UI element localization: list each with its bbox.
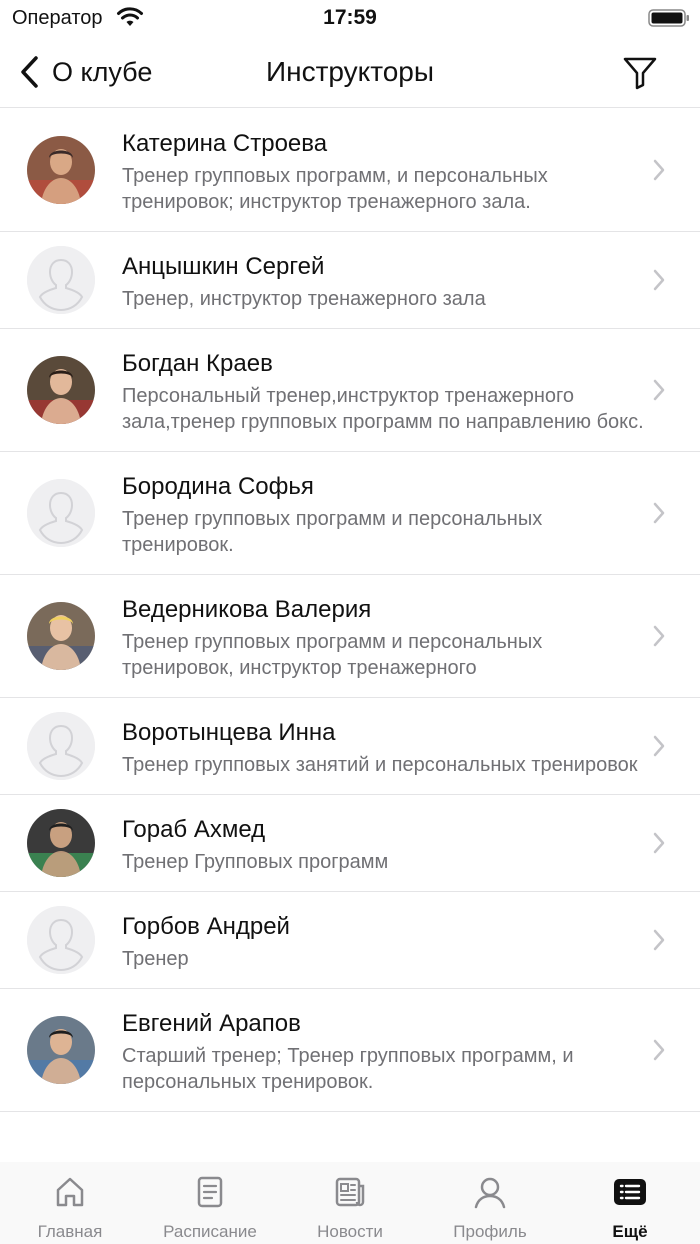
instructor-text: Бородина Софья Тренер групповых программ … (122, 472, 644, 558)
tab-label: Главная (37, 1222, 103, 1241)
tab-more[interactable]: Ещё (560, 1162, 700, 1244)
profile-icon (474, 1177, 506, 1209)
back-chevron-icon (21, 56, 38, 88)
instructor-description: Тренер групповых программ, и персональны… (122, 165, 548, 213)
instructor-text: Катерина Строева Тренер групповых програм… (122, 129, 644, 215)
chevron-right-icon (653, 735, 665, 757)
instructor-avatar (27, 809, 95, 877)
instructor-description: Персональный тренер,инструктор тренажерн… (122, 385, 644, 433)
navigation-bar: О клубе Инструкторы (0, 40, 700, 108)
more-icon (614, 1179, 646, 1205)
tab-label: Ещё (612, 1222, 648, 1241)
tab-label: Профиль (453, 1222, 527, 1241)
instructor-description: Тренер групповых программ и персональных… (122, 508, 543, 556)
chevron-right-icon (653, 159, 665, 181)
instructor-name: Гораб Ахмед (122, 816, 266, 843)
instructor-row[interactable]: Богдан Краев Персональный тренер,инструкт… (0, 329, 700, 452)
instructor-avatar (27, 602, 95, 670)
instructor-avatar (27, 1016, 95, 1084)
news-icon (335, 1177, 365, 1207)
chevron-right-icon (653, 929, 665, 951)
instructor-name: Анцышкин Сергей (122, 253, 325, 280)
chevron-right-icon (653, 269, 665, 291)
tab-label: Новости (317, 1222, 383, 1241)
chevron-right-icon (653, 625, 665, 647)
tab-home[interactable]: Главная (0, 1162, 140, 1244)
instructor-description: Тренер групповых занятий и персональных … (122, 754, 638, 776)
instructor-row[interactable]: Ведерникова Валерия Тренер групповых прог… (0, 575, 700, 698)
avatar-placeholder-icon (27, 479, 95, 547)
schedule-icon (197, 1176, 223, 1208)
instructor-row[interactable]: Бородина Софья Тренер групповых программ … (0, 452, 700, 575)
home-icon (56, 1177, 84, 1207)
instructor-row[interactable]: Евгений Арапов Старший тренер; Тренер гру… (0, 989, 700, 1112)
back-label: О клубе (52, 56, 153, 87)
instructor-row[interactable]: Воротынцева Инна Тренер групповых занятий… (0, 698, 700, 795)
battery-icon (648, 9, 689, 27)
instructor-row[interactable]: Гораб Ахмед Тренер Групповых программ (0, 795, 700, 892)
chevron-right-icon (653, 1039, 665, 1061)
instructor-name: Горбов Андрей (122, 913, 290, 940)
chevron-right-icon (653, 502, 665, 524)
tab-schedule[interactable]: Расписание (140, 1162, 280, 1244)
instructor-name: Катерина Строева (122, 130, 328, 157)
instructor-text: Ведерникова Валерия Тренер групповых прог… (122, 595, 644, 681)
instructor-description: Тренер (122, 948, 189, 970)
instructor-name: Бородина Софья (122, 473, 314, 500)
instructor-name: Евгений Арапов (122, 1010, 301, 1037)
tab-profile[interactable]: Профиль (420, 1162, 560, 1244)
instructor-list: Катерина Строева Тренер групповых програм… (0, 109, 700, 1162)
tab-bar: Главная Расписание Новости Профиль Ещё (0, 1162, 700, 1244)
instructor-description: Тренер Групповых программ (122, 851, 389, 873)
instructor-row[interactable]: Катерина Строева Тренер групповых програм… (0, 109, 700, 232)
instructor-text: Воротынцева Инна Тренер групповых занятий… (122, 718, 644, 778)
instructor-description: Старший тренер; Тренер групповых програм… (122, 1045, 574, 1093)
instructor-text: Горбов Андрей Тренер (122, 912, 644, 972)
instructor-row[interactable]: Анцышкин Сергей Тренер, инструктор тренаж… (0, 232, 700, 329)
instructor-name: Ведерникова Валерия (122, 596, 372, 623)
avatar-placeholder-icon (27, 246, 95, 314)
instructor-text: Анцышкин Сергей Тренер, инструктор тренаж… (122, 252, 644, 312)
instructor-avatar (27, 136, 95, 204)
instructor-avatar (27, 356, 95, 424)
instructor-text: Гораб Ахмед Тренер Групповых программ (122, 815, 644, 875)
back-button[interactable]: О клубе (18, 52, 152, 92)
instructor-name: Воротынцева Инна (122, 719, 336, 746)
tab-news[interactable]: Новости (280, 1162, 420, 1244)
tab-label: Расписание (163, 1222, 257, 1241)
avatar-placeholder-icon (27, 712, 95, 780)
status-bar: Оператор 17:59 (0, 0, 700, 40)
instructor-name: Богдан Краев (122, 350, 273, 377)
filter-icon[interactable] (620, 52, 660, 92)
instructor-text: Евгений Арапов Старший тренер; Тренер гру… (122, 1009, 644, 1095)
instructor-description: Тренер, инструктор тренажерного зала (122, 288, 486, 310)
instructor-row[interactable]: Горбов Андрей Тренер (0, 892, 700, 989)
chevron-right-icon (653, 379, 665, 401)
avatar-placeholder-icon (27, 906, 95, 974)
instructor-text: Богдан Краев Персональный тренер,инструкт… (122, 349, 644, 435)
status-time: 17:59 (323, 6, 377, 29)
instructor-description: Тренер групповых программ и персональных… (122, 631, 543, 679)
chevron-right-icon (653, 832, 665, 854)
